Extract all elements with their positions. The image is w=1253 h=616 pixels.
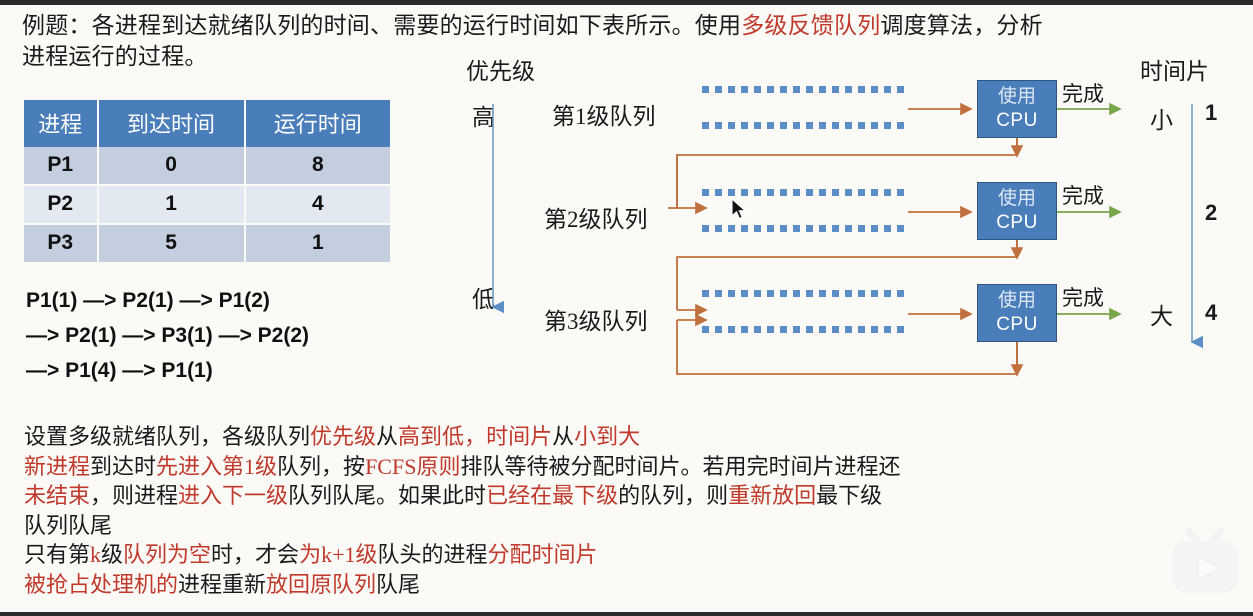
mouse-cursor xyxy=(731,198,747,220)
explain-line-3: 未结束，则进程进入下一级队列队尾。如果此时已经在最下级的队列，则重新放回最下级 xyxy=(24,481,1144,511)
cell-runtime: 4 xyxy=(244,185,390,225)
video-player-watermark-icon xyxy=(1172,527,1238,593)
diagram-arrows xyxy=(491,102,1204,377)
sequence-line-3: —> P1(4) —> P1(1) xyxy=(26,359,213,382)
exp-l5d: 队列为空 xyxy=(123,542,212,567)
exp-l5i: 队头的进程 xyxy=(377,542,488,567)
exp-l5a: 只有第 xyxy=(24,542,91,567)
table-row: P1 0 8 xyxy=(24,147,390,186)
exp-l6d: 队尾 xyxy=(376,571,421,597)
sequence-line-2: —> P2(1) —> P3(1) —> P2(2) xyxy=(26,324,310,347)
table-header-runtime: 运行时间 xyxy=(244,100,390,147)
table-row: P3 5 1 xyxy=(24,224,390,264)
heading-line2: 进程运行的过程。 xyxy=(22,44,208,69)
exp-l1g: 从 xyxy=(552,424,575,449)
cell-process: P1 xyxy=(24,147,99,186)
exp-l3c: 进入下一级 xyxy=(178,483,289,508)
cell-process: P3 xyxy=(24,224,99,264)
exp-l5f: 为 xyxy=(299,542,322,567)
sequence-line-1: P1(1) —> P2(1) —> P1(2) xyxy=(26,289,270,312)
cell-runtime: 8 xyxy=(244,147,390,186)
execution-sequence: P1(1) —> P2(1) —> P1(2) —> P2(1) —> P3(1… xyxy=(26,283,426,388)
exp-l2f: 排队等待被分配时间片。若用完时间片进程还 xyxy=(460,453,901,479)
exp-l1d: 高到低 xyxy=(398,424,465,449)
exp-l6c: 放回原队列 xyxy=(266,571,377,597)
cell-runtime: 1 xyxy=(244,224,390,264)
table-header-process: 进程 xyxy=(24,100,99,147)
demote-path-cpu2-to-queue3 xyxy=(676,240,1018,310)
table-row: P2 1 4 xyxy=(24,185,390,225)
exp-l5e: 时，才会 xyxy=(211,542,300,567)
heading-highlight: 多级反馈队列 xyxy=(741,13,881,38)
exp-l5c: 级 xyxy=(101,542,124,567)
table-header-row: 进程 到达时间 运行时间 xyxy=(24,100,390,147)
table-header-arrival: 到达时间 xyxy=(97,100,246,147)
exp-l5j: 分配时间片 xyxy=(487,542,598,567)
demote-path-cpu1-to-queue2-seg xyxy=(668,138,1018,209)
exp-l6b: 进程重新 xyxy=(178,571,267,597)
exp-l3d: 队列队尾。如果此时 xyxy=(288,483,487,508)
exp-l5g: k+1 xyxy=(321,542,356,567)
bottom-border-bar xyxy=(0,612,1253,616)
loopback-path-cpu3 xyxy=(676,320,1018,375)
exp-l3a: 未结束 xyxy=(24,483,91,508)
explanation-block: 设置多级就绪队列，各级队列优先级从高到低，时间片从小到大 新进程到达时先进入第1… xyxy=(24,422,1144,599)
explain-line-1: 设置多级就绪队列，各级队列优先级从高到低，时间片从小到大 xyxy=(24,422,1144,452)
cell-arrival: 1 xyxy=(97,185,246,225)
exp-l1c: 从 xyxy=(376,424,399,449)
explain-line-4: 队列队尾 xyxy=(24,512,113,538)
exp-l3f: 的队列，则 xyxy=(618,483,729,508)
explain-line-5: 只有第k级队列为空时，才会为k+1级队头的进程分配时间片 xyxy=(24,540,1144,570)
top-border-bar xyxy=(0,0,1253,5)
exp-l2d: 队列，按 xyxy=(277,453,366,479)
exp-l3g: 重新放回 xyxy=(728,483,817,508)
exp-l2b: 到达时 xyxy=(90,453,157,479)
exp-l1h: 小到大 xyxy=(574,424,641,449)
exp-l3h: 最下级 xyxy=(816,483,883,508)
heading-text-part1: 例题：各进程到达就绪队列的时间、需要的运行时间如下表所示。使用 xyxy=(22,13,742,38)
exp-l5h: 级 xyxy=(355,542,378,567)
exp-l6a: 被抢占处理机的 xyxy=(24,571,179,597)
mlfq-diagram: 优先级 高 低 时间片 小 大 1 2 4 第1级队列 第2级队列 第3级队列 … xyxy=(440,52,1253,397)
heading-text-part2: 调度算法，分析 xyxy=(880,13,1043,38)
cell-arrival: 0 xyxy=(97,147,246,186)
cell-arrival: 5 xyxy=(97,224,246,264)
exp-l2c: 先进入第1级 xyxy=(156,453,278,479)
cell-process: P2 xyxy=(24,185,99,225)
exp-l1b: 优先级 xyxy=(310,424,377,449)
exp-l1f: 时间片 xyxy=(486,424,553,449)
exp-l3e: 已经在最下级 xyxy=(486,483,619,508)
exp-l2a: 新进程 xyxy=(24,453,91,479)
process-table: 进程 到达时间 运行时间 P1 0 8 P2 1 4 P3 5 1 xyxy=(24,100,390,264)
exp-l1a: 设置多级就绪队列，各级队列 xyxy=(24,424,311,449)
exp-l5b: k xyxy=(90,542,102,567)
exp-l1e: ， xyxy=(464,424,487,449)
explain-line-6: 被抢占处理机的进程重新放回原队列队尾 xyxy=(24,570,1144,600)
exp-l3b: ，则进程 xyxy=(90,483,179,508)
explain-line-2: 新进程到达时先进入第1级队列，按FCFS原则排队等待被分配时间片。若用完时间片进… xyxy=(24,452,1144,482)
exp-l2e: FCFS原则 xyxy=(365,453,461,479)
